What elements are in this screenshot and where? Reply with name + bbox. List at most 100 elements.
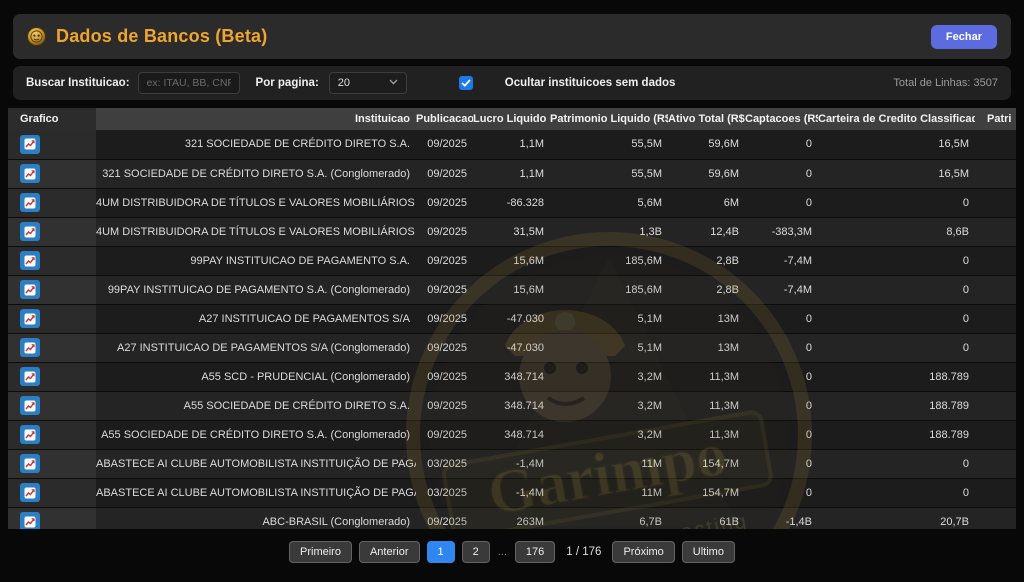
- table-row: A55 SOCIEDADE DE CRÉDITO DIRETO S.A.09/2…: [8, 391, 1016, 420]
- institution-cell: A27 INSTITUICAO DE PAGAMENTOS S/A: [96, 304, 416, 333]
- funding-cell: -7,4M: [745, 246, 818, 275]
- column-header-4: Lucro Liquido (R$): [473, 108, 550, 130]
- credit-portfolio-cell: 20,7B: [818, 507, 975, 529]
- pagination-page-176[interactable]: 176: [515, 541, 555, 563]
- hide-empty-checkbox[interactable]: [459, 76, 473, 90]
- institution-cell: 99PAY INSTITUICAO DE PAGAMENTO S.A. (Con…: [96, 275, 416, 304]
- line-chart-icon: [24, 400, 36, 412]
- table-row: ABASTECE AI CLUBE AUTOMOBILISTA INSTITUI…: [8, 449, 1016, 478]
- search-label: Buscar Instituicao:: [26, 77, 130, 89]
- column-header-6: Ativo Total (R$): [668, 108, 745, 130]
- open-chart-button[interactable]: [20, 135, 40, 154]
- total-assets-cell: 154,7M: [668, 478, 745, 507]
- pagination-page-1[interactable]: 1: [427, 541, 455, 563]
- reference-equity-cell: [975, 507, 1016, 529]
- credit-portfolio-cell: 0: [818, 188, 975, 217]
- open-chart-button[interactable]: [20, 396, 40, 415]
- net-profit-cell: -1,4M: [473, 449, 550, 478]
- line-chart-icon: [24, 516, 36, 528]
- open-chart-button[interactable]: [20, 193, 40, 212]
- table-row: ABASTECE AI CLUBE AUTOMOBILISTA INSTITUI…: [8, 478, 1016, 507]
- net-worth-cell: 5,1M: [550, 333, 668, 362]
- pagination-first[interactable]: Primeiro: [289, 541, 352, 563]
- chart-cell: [8, 449, 96, 478]
- chart-cell: [8, 188, 96, 217]
- per-page-select[interactable]: 20: [329, 72, 407, 94]
- funding-cell: 0: [745, 159, 818, 188]
- net-worth-cell: 185,6M: [550, 246, 668, 275]
- publication-cell: 09/2025: [416, 362, 473, 391]
- open-chart-button[interactable]: [20, 309, 40, 328]
- reference-equity-cell: [975, 217, 1016, 246]
- open-chart-button[interactable]: [20, 367, 40, 386]
- net-profit-cell: 15,6M: [473, 275, 550, 304]
- page-title: Dados de Bancos (Beta): [56, 26, 267, 47]
- funding-cell: 0: [745, 391, 818, 420]
- net-profit-cell: 1,1M: [473, 159, 550, 188]
- line-chart-icon: [24, 226, 36, 238]
- chart-cell: [8, 362, 96, 391]
- reference-equity-cell: [975, 130, 1016, 159]
- chart-cell: [8, 275, 96, 304]
- pagination: PrimeiroAnterior12...1761 / 176PróximoUl…: [0, 536, 1024, 568]
- net-profit-cell: 31,5M: [473, 217, 550, 246]
- open-chart-button[interactable]: [20, 280, 40, 299]
- reference-equity-cell: [975, 333, 1016, 362]
- net-profit-cell: -86.328: [473, 188, 550, 217]
- checkmark-icon: [461, 79, 471, 87]
- reference-equity-cell: [975, 188, 1016, 217]
- pagination-page-2[interactable]: 2: [462, 541, 490, 563]
- open-chart-button[interactable]: [20, 425, 40, 444]
- search-input[interactable]: [138, 72, 240, 94]
- table-row: A55 SOCIEDADE DE CRÉDITO DIRETO S.A. (Co…: [8, 420, 1016, 449]
- chart-cell: [8, 130, 96, 159]
- chart-cell: [8, 304, 96, 333]
- net-worth-cell: 3,2M: [550, 391, 668, 420]
- table-row: A27 INSTITUICAO DE PAGAMENTOS S/A (Congl…: [8, 333, 1016, 362]
- reference-equity-cell: [975, 391, 1016, 420]
- line-chart-icon: [24, 197, 36, 209]
- net-worth-cell: 5,1M: [550, 304, 668, 333]
- table-row: 4UM DISTRIBUIDORA DE TÍTULOS E VALORES M…: [8, 217, 1016, 246]
- publication-cell: 09/2025: [416, 188, 473, 217]
- reference-equity-cell: [975, 304, 1016, 333]
- column-header-8: Carteira de Credito Classificada (R$): [818, 108, 975, 130]
- open-chart-button[interactable]: [20, 512, 40, 529]
- pagination-last[interactable]: Ultimo: [682, 541, 735, 563]
- open-chart-button[interactable]: [20, 338, 40, 357]
- total-assets-cell: 154,7M: [668, 449, 745, 478]
- open-chart-button[interactable]: [20, 454, 40, 473]
- credit-portfolio-cell: 0: [818, 246, 975, 275]
- net-worth-cell: 3,2M: [550, 420, 668, 449]
- close-button[interactable]: Fechar: [931, 25, 997, 49]
- reference-equity-cell: [975, 275, 1016, 304]
- line-chart-icon: [24, 138, 36, 150]
- net-profit-cell: 348.714: [473, 391, 550, 420]
- net-profit-cell: -47.030: [473, 333, 550, 362]
- publication-cell: 09/2025: [416, 391, 473, 420]
- chart-cell: [8, 246, 96, 275]
- total-assets-cell: 13M: [668, 304, 745, 333]
- credit-portfolio-cell: 0: [818, 478, 975, 507]
- institution-cell: 321 SOCIEDADE DE CRÉDITO DIRETO S.A. (Co…: [96, 159, 416, 188]
- chart-cell: [8, 478, 96, 507]
- open-chart-button[interactable]: [20, 483, 40, 502]
- open-chart-button[interactable]: [20, 251, 40, 270]
- pagination-previous[interactable]: Anterior: [359, 541, 420, 563]
- net-profit-cell: 1,1M: [473, 130, 550, 159]
- institution-cell: ABASTECE AI CLUBE AUTOMOBILISTA INSTITUI…: [96, 478, 416, 507]
- table-row: 99PAY INSTITUICAO DE PAGAMENTO S.A.09/20…: [8, 246, 1016, 275]
- institutions-table: GraficoInstituicaoPublicacaoLucro Liquid…: [8, 108, 1016, 529]
- reference-equity-cell: [975, 449, 1016, 478]
- line-chart-icon: [24, 371, 36, 383]
- open-chart-button[interactable]: [20, 222, 40, 241]
- open-chart-button[interactable]: [20, 164, 40, 183]
- chart-cell: [8, 391, 96, 420]
- total-assets-cell: 13M: [668, 333, 745, 362]
- institution-cell: A55 SCD - PRUDENCIAL (Conglomerado): [96, 362, 416, 391]
- pagination-page-indicator: 1 / 176: [562, 546, 605, 558]
- pagination-next[interactable]: Próximo: [612, 541, 674, 563]
- funding-cell: -383,3M: [745, 217, 818, 246]
- reference-equity-cell: [975, 246, 1016, 275]
- funding-cell: 0: [745, 333, 818, 362]
